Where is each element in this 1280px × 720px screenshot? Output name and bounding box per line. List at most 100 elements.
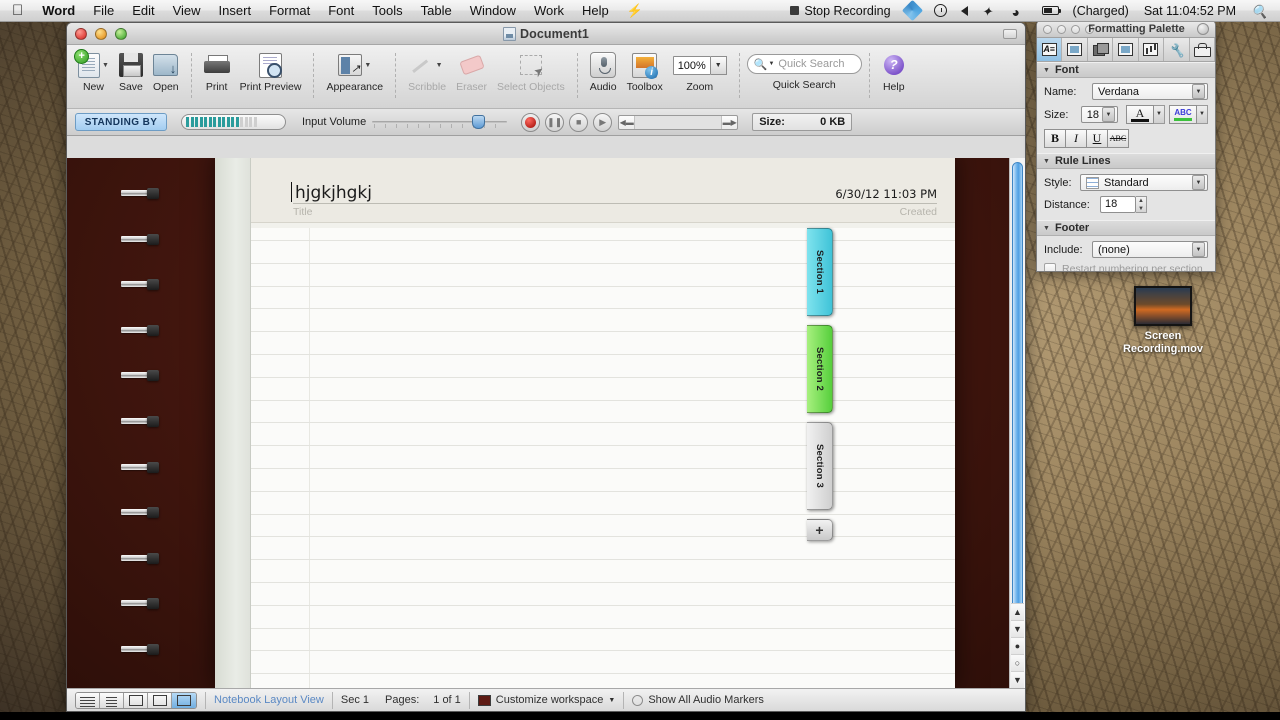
toolbox-button[interactable]: Toolbox <box>622 49 668 93</box>
notebook-layout-view-button[interactable] <box>172 692 196 708</box>
disclosure-triangle-icon[interactable]: ▼ <box>1043 158 1050 165</box>
font-color-dropdown[interactable]: ▼ <box>1154 105 1165 124</box>
pause-button[interactable]: ❚❚ <box>545 112 565 132</box>
next-page-icon[interactable]: ▼ <box>1011 671 1024 688</box>
tab-font-palette[interactable]: A≡ <box>1037 38 1063 61</box>
menu-help[interactable]: Help <box>573 0 618 22</box>
appearance-button[interactable]: ▼ Appearance <box>321 49 388 93</box>
menu-work[interactable]: Work <box>525 0 573 22</box>
audio-button[interactable]: Audio <box>585 49 622 93</box>
stop-recording-status[interactable]: Stop Recording <box>783 4 897 18</box>
underline-button[interactable]: U <box>1086 129 1108 148</box>
section-tab-3[interactable]: Section 3 <box>807 422 833 510</box>
volume-icon[interactable] <box>954 5 975 16</box>
lightning-bolt-icon[interactable]: ⚡ <box>618 0 652 22</box>
palette-title-bar[interactable]: Formatting Palette <box>1037 21 1215 38</box>
bluetooth-icon[interactable]: ✦ <box>975 4 1005 19</box>
menu-table[interactable]: Table <box>412 0 461 22</box>
palette-section-footer-header[interactable]: ▼ Footer <box>1037 220 1215 236</box>
chevron-down-icon[interactable]: ▼ <box>1102 107 1115 122</box>
gear-icon[interactable] <box>1197 23 1209 35</box>
print-layout-view-button[interactable] <box>148 692 172 708</box>
highlight-button[interactable]: ABC <box>1169 105 1197 124</box>
dropbox-icon[interactable] <box>898 0 927 22</box>
show-audio-markers-button[interactable]: Show All Audio Markers <box>632 694 764 706</box>
menu-format[interactable]: Format <box>260 0 319 22</box>
italic-button[interactable]: I <box>1065 129 1087 148</box>
desktop-file-screen-recording[interactable]: Screen Recording.mov <box>1108 286 1218 356</box>
new-button[interactable]: ▼ New <box>73 48 114 93</box>
menu-window[interactable]: Window <box>461 0 525 22</box>
record-button[interactable] <box>521 112 541 132</box>
select-browse-object-icon[interactable]: ○ <box>1011 654 1024 671</box>
tab-media[interactable] <box>1113 38 1139 61</box>
palette-section-font-header[interactable]: ▼ Font <box>1037 62 1215 78</box>
menu-file[interactable]: File <box>84 0 123 22</box>
menu-tools[interactable]: Tools <box>363 0 411 22</box>
rewind-icon[interactable]: ◀▬ <box>619 116 634 129</box>
menu-view[interactable]: View <box>164 0 210 22</box>
fast-forward-icon[interactable]: ▬▶ <box>722 116 737 129</box>
palette-close-button[interactable] <box>1043 24 1052 34</box>
playback-scrubber[interactable]: ◀▬ ▬▶ <box>618 114 739 130</box>
menu-insert[interactable]: Insert <box>210 0 261 22</box>
scrubber-track[interactable] <box>634 115 723 129</box>
tab-document[interactable] <box>1088 38 1114 61</box>
stop-button[interactable]: ■ <box>569 112 589 132</box>
scrollbar-thumb[interactable] <box>1012 162 1023 642</box>
highlight-dropdown[interactable]: ▼ <box>1197 105 1208 124</box>
scroll-up-arrow[interactable]: ▲ <box>1011 603 1024 620</box>
browse-previous-icon[interactable]: ● <box>1011 637 1024 654</box>
vertical-scrollbar[interactable]: ▲ ▼ ● ○ ▼ <box>1009 158 1025 688</box>
font-color-button[interactable]: A <box>1126 105 1154 124</box>
rule-distance-stepper[interactable]: ▲ ▼ <box>1136 196 1147 213</box>
rule-distance-input[interactable]: 18 <box>1100 196 1136 213</box>
open-button[interactable]: Open <box>148 49 184 93</box>
slider-thumb[interactable] <box>472 115 486 129</box>
chevron-down-icon[interactable]: ▼ <box>102 62 109 69</box>
strikethrough-button[interactable]: ABC <box>1107 129 1129 148</box>
menu-edit[interactable]: Edit <box>123 0 163 22</box>
previous-page-icon[interactable]: ▼ <box>1011 620 1024 637</box>
add-section-button[interactable]: + <box>807 519 833 541</box>
print-button[interactable]: Print <box>199 49 235 93</box>
wifi-icon[interactable]: ◕ <box>1005 4 1035 20</box>
chevron-down-icon[interactable]: ▼ <box>768 61 774 67</box>
menu-word[interactable]: Word <box>33 0 84 22</box>
toolbar-toggle-button[interactable] <box>1003 29 1017 39</box>
customize-workspace-button[interactable]: Customize workspace ▼ <box>477 694 615 706</box>
zoom-control[interactable]: 100% ▼ Zoom <box>668 49 732 93</box>
section-tab-2[interactable]: Section 2 <box>807 325 833 413</box>
quick-search-input[interactable]: 🔍 ▼ Quick Search <box>746 54 862 74</box>
publishing-layout-view-button[interactable] <box>124 692 148 708</box>
rule-style-select[interactable]: Standard ▼ <box>1080 174 1208 191</box>
disclosure-triangle-icon[interactable]: ▼ <box>1043 225 1050 232</box>
chevron-down-icon[interactable]: ▼ <box>1192 242 1205 257</box>
zoom-value[interactable]: 100% <box>672 55 711 75</box>
menu-font[interactable]: Font <box>319 0 363 22</box>
time-machine-icon[interactable] <box>927 4 954 17</box>
ruled-lines-area[interactable] <box>251 228 955 688</box>
restart-numbering-row[interactable]: Restart numbering per section <box>1044 263 1208 271</box>
draft-view-button[interactable] <box>76 692 100 708</box>
section-tab-1[interactable]: Section 1 <box>807 228 833 316</box>
minimize-button[interactable] <box>95 28 107 40</box>
help-button[interactable]: ? Help <box>877 49 911 93</box>
restart-numbering-checkbox[interactable] <box>1044 263 1056 271</box>
outline-view-button[interactable] <box>100 692 124 708</box>
chevron-down-icon[interactable]: ▼ <box>1192 84 1205 99</box>
window-title-bar[interactable]: Document1 <box>67 23 1025 45</box>
footer-include-select[interactable]: (none) ▼ <box>1092 241 1208 258</box>
close-button[interactable] <box>75 28 87 40</box>
tab-toolbox[interactable] <box>1190 38 1215 61</box>
chevron-down-icon[interactable]: ▼ <box>1192 175 1205 190</box>
document-title-field[interactable]: hjgkjhgkj <box>291 182 372 203</box>
font-name-select[interactable]: Verdana ▼ <box>1092 83 1208 100</box>
zoom-dropdown-arrow[interactable]: ▼ <box>710 55 727 75</box>
palette-section-rule-lines-header[interactable]: ▼ Rule Lines <box>1037 153 1215 169</box>
palette-minimize-button[interactable] <box>1057 24 1066 34</box>
play-button[interactable]: ▶ <box>593 112 613 132</box>
tab-charts[interactable] <box>1139 38 1165 61</box>
font-size-select[interactable]: 18 ▼ <box>1080 106 1118 123</box>
apple-menu-icon[interactable]:  <box>12 3 23 18</box>
